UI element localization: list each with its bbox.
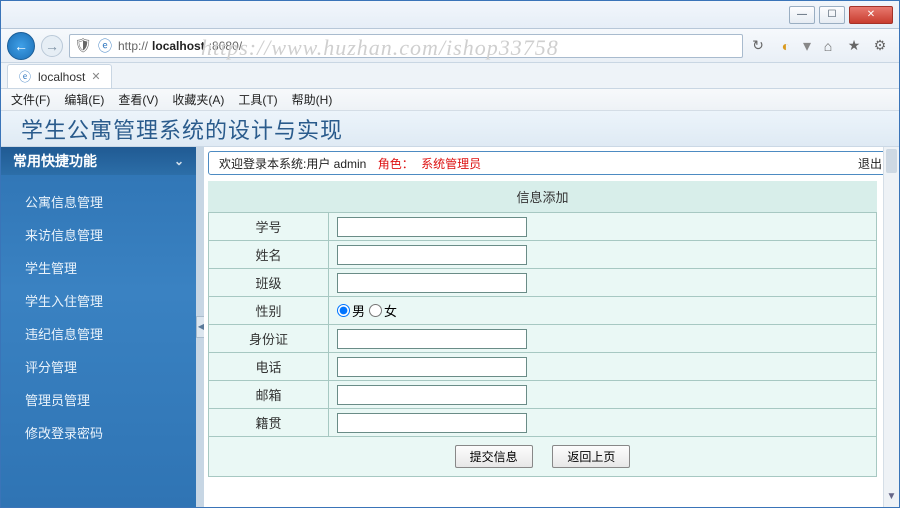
url-prefix: http://	[118, 39, 148, 53]
label-phone: 电话	[209, 353, 329, 381]
url-host: localhost	[152, 39, 205, 53]
forward-button[interactable]: →	[41, 35, 63, 57]
tab-close-icon[interactable]: ✕	[91, 70, 100, 83]
tab-favicon-icon: ⓔ	[18, 70, 32, 84]
main-topbar: 欢迎登录本系统:用户 admin 角色： 系统管理员 退出	[208, 151, 893, 175]
form-title: 信息添加	[208, 181, 877, 212]
sidebar-item-apartment[interactable]: 公寓信息管理	[1, 185, 196, 218]
close-button[interactable]: ✕	[849, 6, 893, 24]
sidebar-item-visit[interactable]: 来访信息管理	[1, 218, 196, 251]
label-name: 姓名	[209, 241, 329, 269]
compat-icon[interactable]: ◐	[777, 37, 795, 55]
favorites-icon[interactable]: ★	[845, 37, 863, 55]
label-native: 籍贯	[209, 409, 329, 437]
menu-edit[interactable]: 编辑(E)	[64, 91, 104, 108]
input-phone[interactable]	[337, 357, 527, 377]
back-button-form[interactable]: 返回上页	[552, 445, 630, 468]
label-sno: 学号	[209, 213, 329, 241]
submit-button[interactable]: 提交信息	[455, 445, 533, 468]
browser-tab[interactable]: ⓔ localhost ✕	[7, 64, 112, 88]
settings-icon[interactable]: ⚙	[871, 37, 889, 55]
url-rest: :8080/	[209, 39, 242, 53]
label-gender: 性别	[209, 297, 329, 325]
sidebar: 常用快捷功能 ⌄ 公寓信息管理 来访信息管理 学生管理 学生入住管理 违纪信息管…	[1, 147, 196, 507]
input-name[interactable]	[337, 245, 527, 265]
sidebar-item-violation[interactable]: 违纪信息管理	[1, 317, 196, 350]
home-icon[interactable]: ⌂	[819, 37, 837, 55]
chevron-down-icon: ⌄	[174, 154, 184, 168]
sidebar-item-checkin[interactable]: 学生入住管理	[1, 284, 196, 317]
main-panel: 欢迎登录本系统:用户 admin 角色： 系统管理员 退出 信息添加 学号 姓名…	[204, 147, 899, 507]
menu-tools[interactable]: 工具(T)	[238, 91, 277, 108]
scroll-thumb[interactable]	[886, 149, 897, 173]
input-email[interactable]	[337, 385, 527, 405]
sidebar-item-student[interactable]: 学生管理	[1, 251, 196, 284]
logout-link[interactable]: 退出	[858, 155, 882, 172]
ie-icon: ⓔ	[96, 37, 114, 55]
input-native[interactable]	[337, 413, 527, 433]
maximize-button[interactable]: ☐	[819, 6, 845, 24]
form-table: 学号 姓名 班级 性别 男 女	[208, 212, 877, 477]
minimize-button[interactable]: —	[789, 6, 815, 24]
sidebar-header[interactable]: 常用快捷功能 ⌄	[1, 147, 196, 175]
sidebar-item-score[interactable]: 评分管理	[1, 350, 196, 383]
shield-icon: 🛡	[74, 37, 92, 55]
sidebar-item-password[interactable]: 修改登录密码	[1, 416, 196, 449]
input-class[interactable]	[337, 273, 527, 293]
tab-strip: ⓔ localhost ✕	[1, 63, 899, 89]
role-label: 角色：	[378, 157, 414, 171]
back-button[interactable]: ←	[7, 32, 35, 60]
scrollbar[interactable]: ▲ ▼	[883, 147, 899, 507]
label-email: 邮箱	[209, 381, 329, 409]
menu-help[interactable]: 帮助(H)	[292, 91, 333, 108]
refresh-icon[interactable]: ↻	[749, 37, 767, 55]
label-class: 班级	[209, 269, 329, 297]
radio-male[interactable]	[337, 304, 350, 317]
scroll-down-icon[interactable]: ▼	[884, 491, 899, 507]
browser-toolbar: ← → 🛡 ⓔ http://localhost:8080/ https://w…	[1, 29, 899, 63]
window-titlebar: — ☐ ✕	[1, 1, 899, 29]
sidebar-item-admin[interactable]: 管理员管理	[1, 383, 196, 416]
address-bar[interactable]: 🛡 ⓔ http:// localhost :8080/	[69, 34, 743, 58]
splitter-handle[interactable]	[196, 147, 204, 507]
tab-title: localhost	[38, 70, 85, 84]
role-value: 系统管理员	[421, 157, 481, 171]
radio-female[interactable]	[369, 304, 382, 317]
app-title: 学生公寓管理系统的设计与实现	[1, 111, 899, 147]
radio-male-label[interactable]: 男	[337, 301, 365, 320]
radio-female-label[interactable]: 女	[369, 301, 397, 320]
browser-menubar: 文件(F) 编辑(E) 查看(V) 收藏夹(A) 工具(T) 帮助(H)	[1, 89, 899, 111]
menu-favorites[interactable]: 收藏夹(A)	[172, 91, 224, 108]
menu-view[interactable]: 查看(V)	[118, 91, 158, 108]
label-idcard: 身份证	[209, 325, 329, 353]
welcome-text: 欢迎登录本系统:用户 admin	[219, 157, 366, 171]
input-sno[interactable]	[337, 217, 527, 237]
input-idcard[interactable]	[337, 329, 527, 349]
menu-file[interactable]: 文件(F)	[11, 91, 50, 108]
